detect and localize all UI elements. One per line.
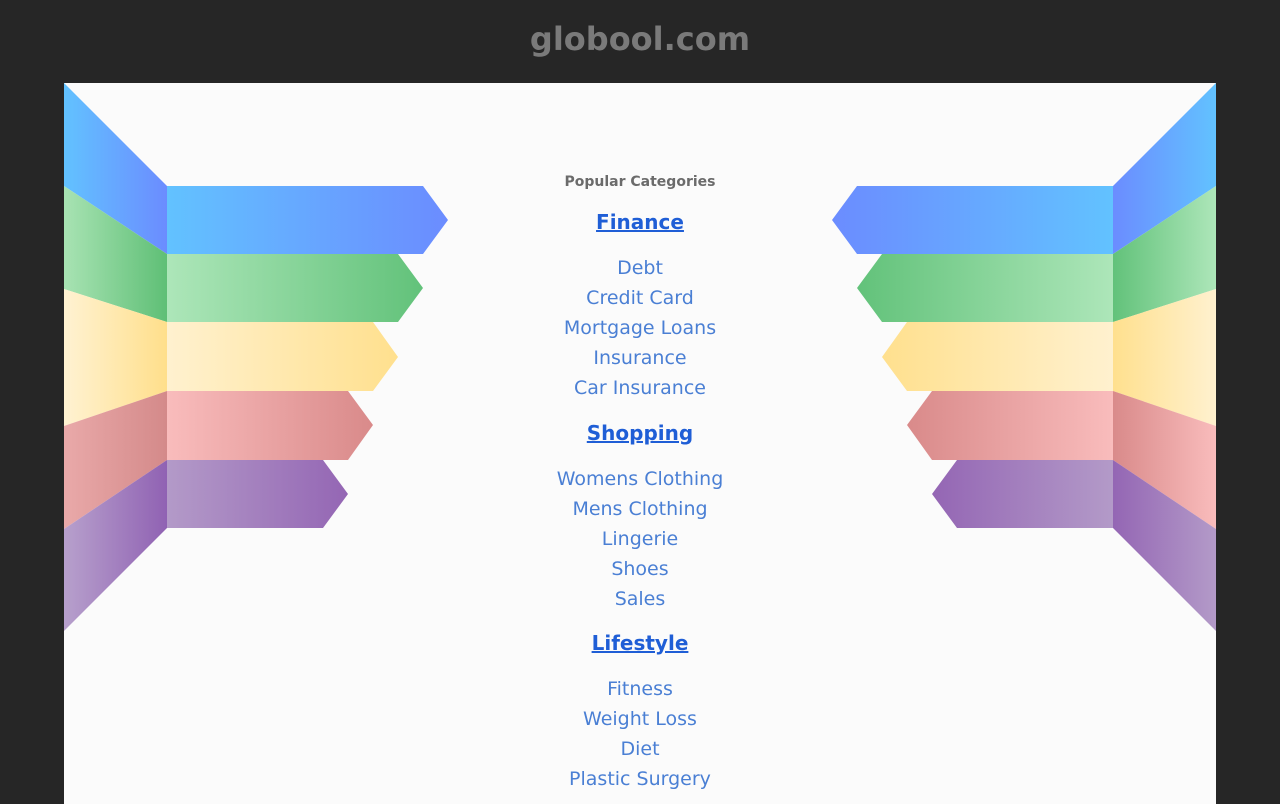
content-panel: Popular Categories Finance Debt Credit C… <box>64 83 1216 804</box>
link-car-insurance[interactable]: Car Insurance <box>440 375 840 401</box>
category-link-shopping[interactable]: Shopping <box>440 420 840 446</box>
link-insurance[interactable]: Insurance <box>440 345 840 371</box>
site-title: globool.com <box>529 20 751 58</box>
link-debt[interactable]: Debt <box>440 255 840 281</box>
popular-categories-heading: Popular Categories <box>564 174 716 190</box>
link-weight-loss[interactable]: Weight Loss <box>440 706 840 732</box>
category-link-lifestyle[interactable]: Lifestyle <box>440 630 840 656</box>
link-mens-clothing[interactable]: Mens Clothing <box>440 496 840 522</box>
link-credit-card[interactable]: Credit Card <box>440 285 840 311</box>
link-lingerie[interactable]: Lingerie <box>440 526 840 552</box>
link-fitness[interactable]: Fitness <box>440 676 840 702</box>
link-mortgage-loans[interactable]: Mortgage Loans <box>440 315 840 341</box>
link-womens-clothing[interactable]: Womens Clothing <box>440 466 840 492</box>
left-wing <box>64 83 448 631</box>
right-wing <box>832 83 1216 631</box>
link-diet[interactable]: Diet <box>440 736 840 762</box>
link-shoes[interactable]: Shoes <box>440 556 840 582</box>
link-sales[interactable]: Sales <box>440 586 840 612</box>
link-plastic-surgery[interactable]: Plastic Surgery <box>440 766 840 792</box>
top-bar: globool.com <box>0 0 1280 83</box>
category-link-finance[interactable]: Finance <box>440 209 840 235</box>
